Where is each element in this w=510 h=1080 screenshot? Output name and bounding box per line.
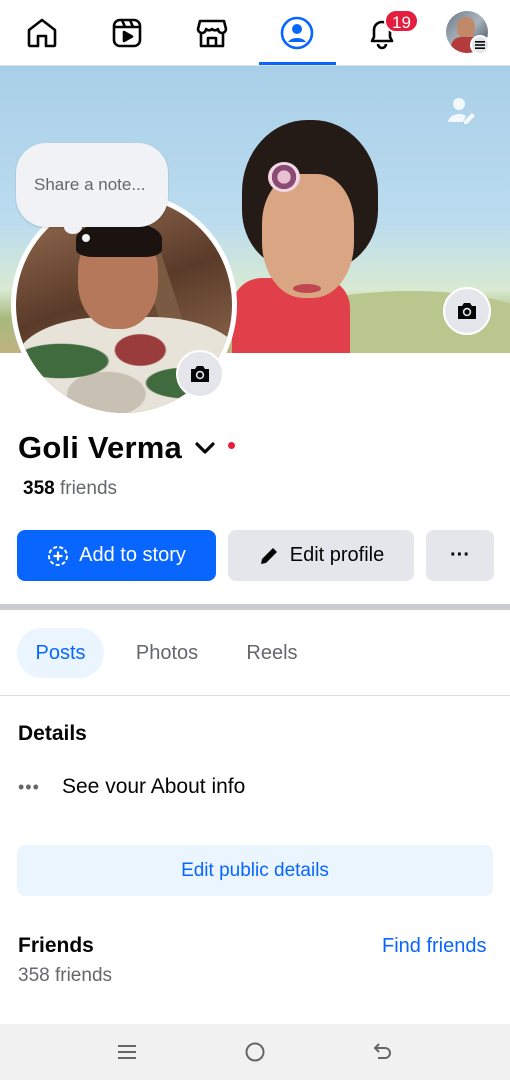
back-button[interactable] xyxy=(368,1038,396,1066)
video-tab[interactable] xyxy=(97,0,157,66)
edit-public-details-button[interactable]: Edit public details xyxy=(17,845,493,896)
details-heading: Details xyxy=(18,722,87,745)
see-about-info-text: See vour About info xyxy=(62,775,246,798)
add-story-icon xyxy=(48,545,69,566)
note-bubble-tail xyxy=(64,220,82,234)
add-to-story-button[interactable]: Add to story xyxy=(17,530,216,581)
cover-hair-flower xyxy=(268,162,300,192)
back-icon xyxy=(373,1043,391,1059)
add-to-story-label: Add to story xyxy=(79,544,186,566)
avatar-face xyxy=(457,17,475,39)
home-circle-icon xyxy=(245,1042,265,1062)
camera-icon xyxy=(191,366,209,382)
edit-profile-label: Edit profile xyxy=(289,544,385,566)
section-divider xyxy=(0,604,510,610)
home-icon xyxy=(27,18,57,48)
see-about-info-row[interactable]: ••• See vour About info xyxy=(18,770,245,804)
tab-reels[interactable]: Reels xyxy=(232,628,312,678)
profile-tab[interactable] xyxy=(267,0,327,66)
marketplace-tab[interactable] xyxy=(182,0,242,66)
cover-camera-button[interactable] xyxy=(443,287,491,335)
marketplace-icon xyxy=(196,19,228,48)
cover-face xyxy=(262,174,354,298)
menu-icon[interactable] xyxy=(470,35,490,55)
profile-name-row[interactable]: Goli Verma xyxy=(18,428,235,468)
profile-camera-button[interactable] xyxy=(176,350,224,398)
find-friends-link[interactable]: Find friends xyxy=(382,935,487,958)
share-note-bubble[interactable]: Share a note... xyxy=(16,143,168,227)
friends-count[interactable]: 358 friends xyxy=(23,478,117,500)
notification-badge: 19 xyxy=(384,9,419,33)
hamburger-icon xyxy=(475,41,485,49)
tabs-divider xyxy=(0,695,510,696)
friends-subtitle: 358 friends xyxy=(18,965,113,986)
tab-photos[interactable]: Photos xyxy=(120,628,214,678)
system-nav-bar xyxy=(0,1024,510,1080)
more-options-icon: ··· xyxy=(450,544,470,566)
camera-icon xyxy=(458,303,476,319)
home-tab[interactable] xyxy=(12,0,72,66)
pencil-icon xyxy=(260,547,277,564)
note-bubble-tail-small xyxy=(82,234,90,242)
chevron-down-icon[interactable] xyxy=(194,437,216,459)
recents-button[interactable] xyxy=(113,1038,141,1066)
friends-count-label: friends xyxy=(59,478,118,499)
tab-posts[interactable]: Posts xyxy=(17,628,104,678)
avatar-edit-icon[interactable] xyxy=(445,94,477,126)
cover-lips xyxy=(293,284,321,293)
profile-name: Goli Verma xyxy=(18,430,182,465)
ellipsis-icon: ••• xyxy=(18,776,40,797)
edit-public-details-label: Edit public details xyxy=(181,859,329,881)
top-nav-bar: 19 xyxy=(0,0,510,66)
video-icon xyxy=(112,18,142,48)
more-options-button[interactable]: ··· xyxy=(426,530,494,581)
friends-count-number: 358 xyxy=(23,478,55,499)
friends-heading: Friends xyxy=(18,934,94,957)
share-note-placeholder: Share a note... xyxy=(34,175,146,194)
active-tab-indicator xyxy=(259,62,336,65)
profile-icon xyxy=(280,16,314,50)
edit-profile-button[interactable]: Edit profile xyxy=(228,530,414,581)
home-button[interactable] xyxy=(241,1038,269,1066)
recents-icon xyxy=(118,1045,136,1059)
status-dot xyxy=(227,441,235,449)
